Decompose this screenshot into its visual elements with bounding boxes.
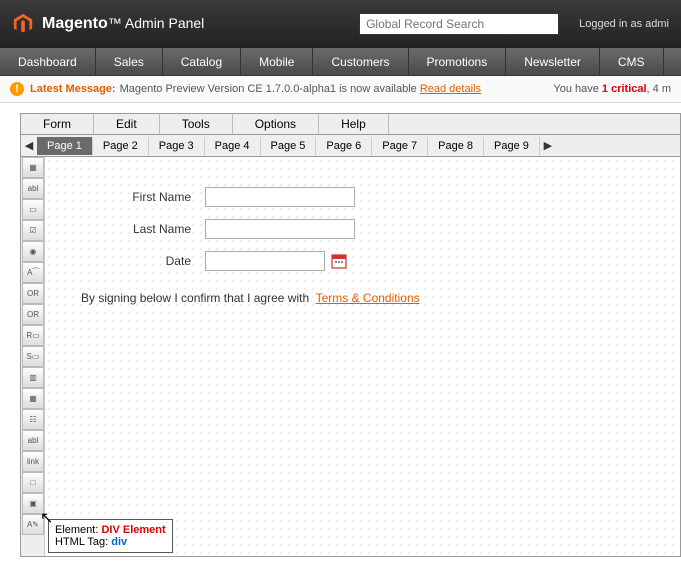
admin-header: Magento™ Admin Panel Logged in as admi: [0, 0, 681, 48]
tool-div-icon[interactable]: □: [22, 472, 44, 493]
form-editor: Form Edit Tools Options Help ◀ Page 1 Pa…: [20, 113, 681, 557]
main-nav: Dashboard Sales Catalog Mobile Customers…: [0, 48, 681, 76]
tab-page1[interactable]: Page 1: [37, 137, 93, 155]
tool-chart-icon[interactable]: ▦: [22, 157, 44, 178]
menu-tools[interactable]: Tools: [160, 114, 233, 134]
magento-logo-icon: [12, 13, 34, 35]
calendar-icon[interactable]: [331, 253, 347, 269]
tool-button-icon[interactable]: ▭: [22, 199, 44, 220]
tool-checkbox-icon[interactable]: ☑: [22, 220, 44, 241]
menu-form[interactable]: Form: [21, 114, 94, 134]
login-status: Logged in as admi: [579, 18, 669, 30]
nav-mobile[interactable]: Mobile: [241, 48, 313, 75]
latest-label: Latest Message:: [30, 83, 116, 95]
menu-help[interactable]: Help: [319, 114, 389, 134]
warning-icon: !: [10, 82, 24, 96]
mouse-cursor-icon: ↖: [40, 508, 53, 528]
tool-table-icon[interactable]: ☷: [22, 409, 44, 430]
nav-catalog[interactable]: Catalog: [163, 48, 241, 75]
tool-signature-icon[interactable]: A⁀: [22, 262, 44, 283]
page-tabs: ◀ Page 1 Page 2 Page 3 Page 4 Page 5 Pag…: [20, 135, 681, 157]
magento-logo: Magento™ Admin Panel: [12, 13, 204, 35]
tab-page5[interactable]: Page 5: [261, 137, 317, 155]
tab-page4[interactable]: Page 4: [205, 137, 261, 155]
read-details-link[interactable]: Read details: [420, 83, 481, 95]
tool-link-icon[interactable]: link: [22, 451, 44, 472]
tab-page3[interactable]: Page 3: [149, 137, 205, 155]
label-first-name: First Name: [75, 190, 205, 204]
tool-list-icon[interactable]: ▥: [22, 367, 44, 388]
tab-page9[interactable]: Page 9: [484, 137, 540, 155]
menu-edit[interactable]: Edit: [94, 114, 160, 134]
critical-summary: You have 1 critical, 4 m: [553, 83, 671, 95]
tool-grid-icon[interactable]: ▦: [22, 388, 44, 409]
tab-page2[interactable]: Page 2: [93, 137, 149, 155]
input-last-name[interactable]: [205, 219, 355, 239]
input-date[interactable]: [205, 251, 325, 271]
tool-or1-icon[interactable]: OR: [22, 283, 44, 304]
element-toolbar: ▦ abl ▭ ☑ ◉ A⁀ OR OR R▭ S▭ ▥ ▦ ☷ abl lin…: [21, 157, 45, 556]
label-last-name: Last Name: [75, 222, 205, 236]
terms-link[interactable]: Terms & Conditions: [316, 291, 420, 305]
nav-promotions[interactable]: Promotions: [409, 48, 507, 75]
menu-options[interactable]: Options: [233, 114, 319, 134]
global-search-input[interactable]: [359, 13, 559, 35]
tab-page6[interactable]: Page 6: [316, 137, 372, 155]
tool-textbox-icon[interactable]: abl: [22, 178, 44, 199]
tab-page8[interactable]: Page 8: [428, 137, 484, 155]
tool-label-icon[interactable]: abl: [22, 430, 44, 451]
nav-customers[interactable]: Customers: [313, 48, 408, 75]
input-first-name[interactable]: [205, 187, 355, 207]
nav-sales[interactable]: Sales: [96, 48, 163, 75]
nav-newsletter[interactable]: Newsletter: [506, 48, 600, 75]
tabs-scroll-right[interactable]: ▶: [540, 139, 556, 152]
tabs-scroll-left[interactable]: ◀: [21, 139, 37, 152]
label-date: Date: [75, 254, 205, 268]
element-tooltip: Element: DIV Element HTML Tag: div: [48, 519, 173, 553]
tool-submit-icon[interactable]: S▭: [22, 346, 44, 367]
tool-radio-icon[interactable]: ◉: [22, 241, 44, 262]
nav-dashboard[interactable]: Dashboard: [0, 48, 96, 75]
nav-reports[interactable]: Repo: [664, 48, 681, 75]
terms-row: By signing below I confirm that I agree …: [81, 291, 650, 305]
form-canvas[interactable]: First Name Last Name Date By signing bel…: [45, 157, 680, 556]
editor-menubar: Form Edit Tools Options Help: [20, 113, 681, 135]
tab-page7[interactable]: Page 7: [372, 137, 428, 155]
tool-reset-icon[interactable]: R▭: [22, 325, 44, 346]
nav-cms[interactable]: CMS: [600, 48, 664, 75]
message-text: Magento Preview Version CE 1.7.0.0-alpha…: [120, 83, 417, 95]
logo-text: Magento™ Admin Panel: [42, 15, 204, 33]
tool-or2-icon[interactable]: OR: [22, 304, 44, 325]
message-bar: ! Latest Message: Magento Preview Versio…: [0, 76, 681, 103]
